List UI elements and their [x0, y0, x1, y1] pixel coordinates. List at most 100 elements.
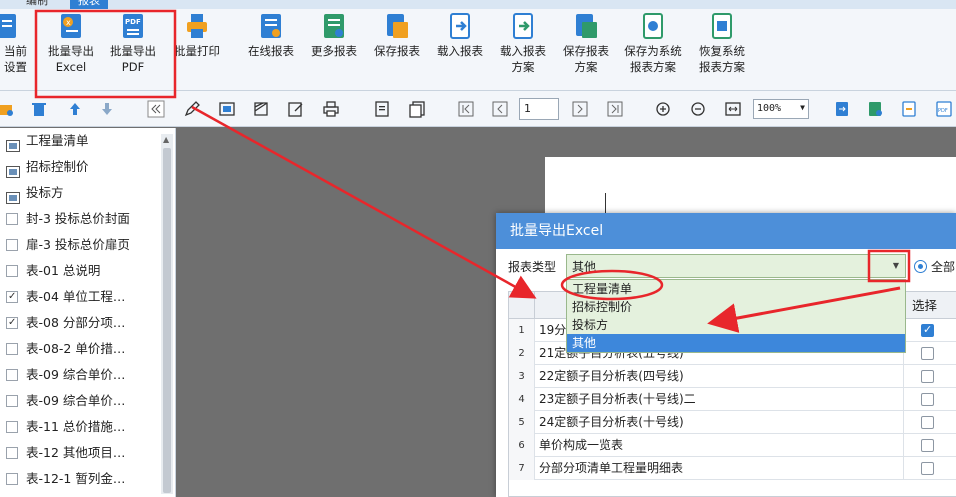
- row-checkbox[interactable]: [921, 439, 934, 452]
- batch-print-button[interactable]: 批量打印: [168, 9, 226, 89]
- tree-item[interactable]: 扉-3 投标总价扉页: [0, 232, 175, 258]
- tree-item[interactable]: 表-09 综合单价…: [0, 362, 175, 388]
- pages-icon[interactable]: [408, 100, 426, 118]
- row-number: 4: [509, 388, 535, 411]
- zoom-select[interactable]: 100% ▼: [753, 99, 809, 119]
- tab-report[interactable]: 报表: [70, 0, 108, 9]
- tree-checkbox[interactable]: [6, 368, 18, 381]
- edit-icon[interactable]: [183, 100, 201, 118]
- batch-export-pdf-button[interactable]: PDF 批量导出 PDF: [104, 9, 162, 89]
- save-as-system-button[interactable]: 保存为系统 报表方案: [620, 9, 686, 89]
- tree-item[interactable]: 招标控制价: [0, 154, 175, 180]
- table-row[interactable]: 6 单价构成一览表: [509, 434, 956, 457]
- tree-item-label: 表-08 分部分项…: [26, 315, 126, 330]
- tree-item[interactable]: 表-12 其他项目…: [0, 440, 175, 466]
- tree-checkbox[interactable]: [6, 342, 18, 355]
- zoom-in-icon[interactable]: [654, 100, 672, 118]
- tree-checkbox[interactable]: [6, 212, 18, 225]
- export-table-icon[interactable]: [866, 100, 884, 118]
- load-report-button[interactable]: 载入报表: [431, 9, 489, 89]
- row-checkbox[interactable]: [921, 416, 934, 429]
- tree-checkbox[interactable]: [6, 310, 18, 336]
- page-icon[interactable]: [373, 100, 391, 118]
- delete-icon[interactable]: [30, 100, 48, 118]
- tree-item[interactable]: 表-11 总价措施…: [0, 414, 175, 440]
- print-icon[interactable]: [322, 100, 340, 118]
- row-checkbox[interactable]: [921, 462, 934, 475]
- current-settings-button[interactable]: 当前 设置: [0, 9, 27, 89]
- more-reports-button[interactable]: 更多报表: [305, 9, 363, 89]
- dropdown-option[interactable]: 招标控制价: [567, 298, 905, 316]
- export-file-icon[interactable]: [900, 100, 918, 118]
- table-row[interactable]: 4 23定额子目分析表(十号线)二: [509, 388, 956, 411]
- tree-item[interactable]: 表-08-2 单价措…: [0, 336, 175, 362]
- tree-item[interactable]: 表-09 综合单价…: [0, 388, 175, 414]
- row-checkbox[interactable]: [921, 323, 934, 337]
- first-page-icon[interactable]: [457, 100, 475, 118]
- next-page-icon[interactable]: [571, 100, 589, 118]
- move-down-icon[interactable]: [98, 100, 116, 118]
- scroll-up-icon[interactable]: ▲: [163, 135, 169, 144]
- save-scheme-button[interactable]: 保存报表 方案: [557, 9, 615, 89]
- dropdown-option[interactable]: 投标方: [567, 316, 905, 334]
- tree-item[interactable]: 工程量清单: [0, 128, 175, 154]
- image-icon[interactable]: [218, 100, 236, 118]
- report-name: 单价构成一览表: [539, 438, 624, 452]
- tree-checkbox[interactable]: [6, 394, 18, 407]
- table-row[interactable]: 5 24定额子目分析表(十号线): [509, 411, 956, 434]
- page-number-input[interactable]: 1: [519, 98, 559, 120]
- tree-item-label: 表-11 总价措施…: [26, 419, 126, 434]
- tree-item[interactable]: 投标方: [0, 180, 175, 206]
- chevron-down-icon[interactable]: ▼: [893, 261, 899, 270]
- export-excel-small-icon[interactable]: [833, 100, 851, 118]
- load-report-icon: [447, 12, 473, 40]
- tree-checkbox[interactable]: [6, 446, 18, 459]
- tree-item[interactable]: 表-04 单位工程…: [0, 284, 175, 310]
- report-tree: 工程量清单 招标控制价 投标方 封-3 投标总价封面 扉-3 投标总价扉页 表-01 总说…: [0, 128, 176, 497]
- dropdown-option[interactable]: 工程量清单: [567, 280, 905, 298]
- batch-export-excel-button[interactable]: x 批量导出 Excel: [42, 9, 100, 89]
- edit-page-icon[interactable]: [287, 100, 305, 118]
- online-report-button[interactable]: 在线报表: [242, 9, 300, 89]
- prev-page-icon[interactable]: [491, 100, 509, 118]
- tree-checkbox[interactable]: [6, 264, 18, 277]
- tree-checkbox[interactable]: [6, 238, 18, 251]
- add-folder-icon[interactable]: [0, 100, 14, 118]
- move-up-icon[interactable]: [66, 100, 84, 118]
- row-checkbox[interactable]: [921, 393, 934, 406]
- report-type-select[interactable]: 其他 ▼: [566, 254, 906, 278]
- format-icon[interactable]: [252, 100, 270, 118]
- dropdown-option[interactable]: 其他: [567, 334, 905, 352]
- row-checkbox[interactable]: [921, 347, 934, 360]
- tree-item[interactable]: 表-12-1 暂列金…: [0, 466, 175, 492]
- row-number: 2: [509, 342, 535, 365]
- export-pdf-small-icon[interactable]: PDF: [935, 100, 953, 118]
- select-all-radio[interactable]: 全部: [914, 258, 955, 275]
- select-cell: [903, 457, 956, 480]
- fit-width-icon[interactable]: [724, 100, 742, 118]
- scrollbar-thumb[interactable]: [163, 148, 171, 493]
- tree-item[interactable]: 表-01 总说明: [0, 258, 175, 284]
- tree-item[interactable]: 封-3 投标总价封面: [0, 206, 175, 232]
- row-checkbox[interactable]: [921, 370, 934, 383]
- document-icon: [0, 12, 20, 40]
- restore-system-button[interactable]: 恢复系统 报表方案: [692, 9, 752, 89]
- report-name: 分部分项清单工程量明细表: [539, 461, 684, 475]
- tree-checkbox[interactable]: [6, 420, 18, 433]
- tree-checkbox[interactable]: [6, 472, 18, 485]
- pdf-export-icon: PDF: [120, 12, 146, 40]
- tab-edit[interactable]: 编制: [18, 0, 56, 9]
- zoom-out-icon[interactable]: [689, 100, 707, 118]
- row-number: 5: [509, 411, 535, 434]
- tree-scrollbar[interactable]: ▲: [161, 134, 173, 494]
- collapse-panel-icon[interactable]: [147, 100, 165, 118]
- tree-item[interactable]: 表-08 分部分项…: [0, 310, 175, 336]
- save-report-button[interactable]: 保存报表: [368, 9, 426, 89]
- select-cell: [903, 365, 956, 388]
- last-page-icon[interactable]: [606, 100, 624, 118]
- table-row[interactable]: 7 分部分项清单工程量明细表: [509, 457, 956, 480]
- table-row[interactable]: 3 22定额子目分析表(四号线): [509, 365, 956, 388]
- excel-export-icon: x: [58, 12, 84, 40]
- tree-checkbox[interactable]: [6, 284, 18, 310]
- load-scheme-button[interactable]: 载入报表 方案: [494, 9, 552, 89]
